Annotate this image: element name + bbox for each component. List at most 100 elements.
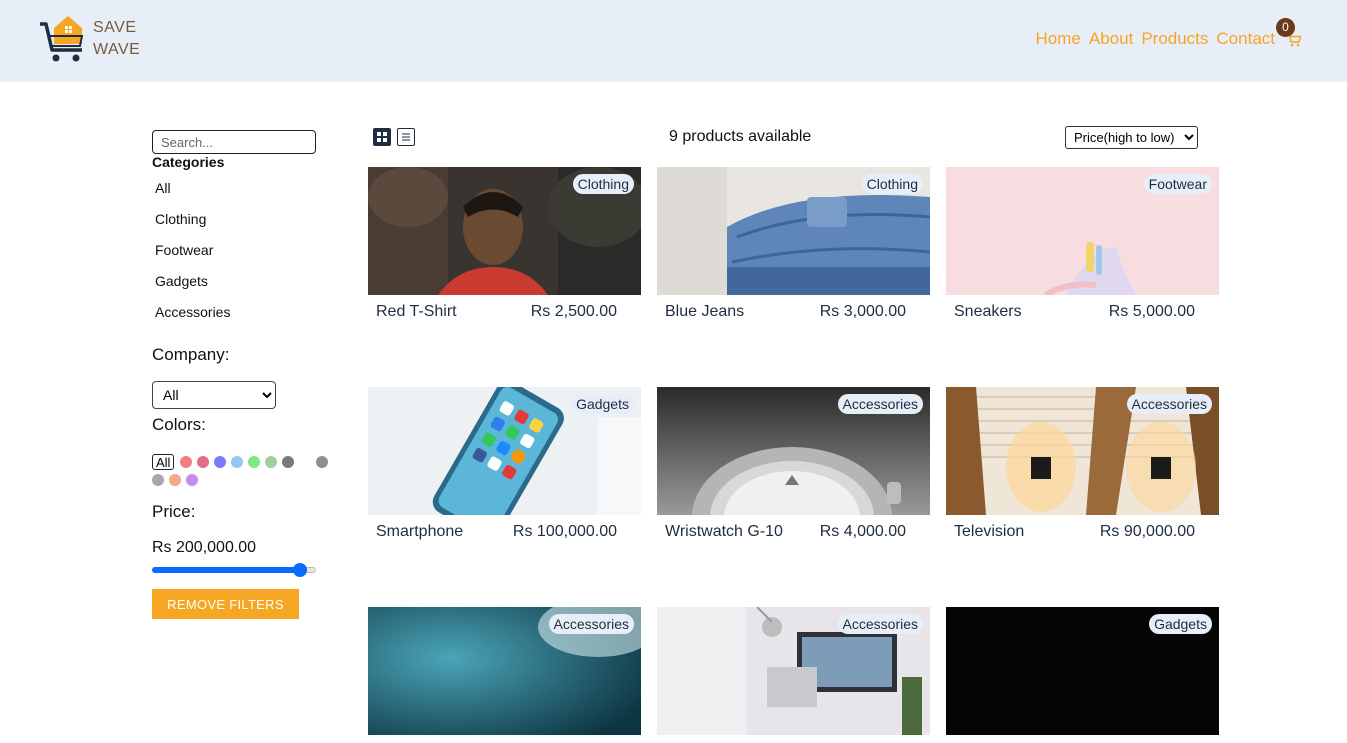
colors-title: Colors: [152,415,206,434]
products-count: 9 products available [669,128,812,145]
logo-text: SAVE WAVE [93,17,140,61]
product-card[interactable]: Accessories [657,607,930,743]
product-price: Rs 2,500.00 [530,303,617,320]
product-category-tag: Gadgets [571,394,634,414]
remove-filters-button[interactable]: REMOVE FILTERS [152,589,299,619]
product-image[interactable]: Gadgets [946,607,1219,735]
category-gadgets[interactable]: Gadgets [152,269,342,300]
product-info: Red T-Shirt Rs 2,500.00 [368,295,641,321]
product-name: Television [954,523,1025,540]
main-nav: Home About Products Contact 0 [1036,18,1303,49]
list-view-icon [402,133,410,141]
color-swatch[interactable] [299,456,312,468]
product-price: Rs 4,000.00 [819,523,906,540]
category-clothing[interactable]: Clothing [152,207,342,238]
product-category-tag: Accessories [1126,394,1212,414]
color-swatch[interactable] [180,456,193,468]
price-slider-thumb[interactable] [292,563,307,577]
product-name: Blue Jeans [665,303,745,320]
product-card[interactable]: Clothing Blue Jeans Rs 3,000.00 [657,167,930,321]
nav-home[interactable]: Home [1036,29,1081,49]
color-swatch[interactable] [316,456,329,468]
color-swatch[interactable] [197,456,210,468]
color-swatch[interactable] [248,456,261,468]
product-image[interactable]: Clothing [368,167,641,295]
site-header: SAVE WAVE Home About Products Contact 0 [0,0,1347,82]
product-info [368,735,641,743]
color-all-button[interactable]: All [152,454,175,470]
product-price: Rs 90,000.00 [1099,523,1195,540]
product-name: Sneakers [954,303,1022,320]
products-toolbar: 9 products available Price(high to low) [373,126,1198,149]
product-category-tag: Clothing [861,174,923,194]
color-swatch[interactable] [169,474,181,486]
color-swatches: All [152,454,342,486]
product-category-tag: Accessories [837,394,923,414]
list-view-button[interactable] [397,128,415,146]
search-input[interactable] [152,130,316,154]
product-card[interactable]: Accessories [368,607,641,743]
product-name: Red T-Shirt [376,303,457,320]
product-image[interactable]: Accessories [368,607,641,735]
product-image[interactable]: Accessories [657,387,930,515]
product-info: Television Rs 90,000.00 [946,515,1219,541]
color-swatch[interactable] [186,474,198,486]
color-swatch[interactable] [265,456,278,468]
nav-products[interactable]: Products [1141,29,1208,49]
nav-about[interactable]: About [1089,29,1133,49]
product-card[interactable]: Footwear Sneakers Rs 5,000.00 [946,167,1219,321]
cart-count-badge: 0 [1276,18,1295,37]
product-category-tag: Accessories [837,614,923,634]
product-image[interactable]: Footwear [946,167,1219,295]
sort-select[interactable]: Price(high to low) [1065,126,1198,149]
product-info: Sneakers Rs 5,000.00 [946,295,1219,321]
cart-logo-icon [40,16,84,62]
company-title: Company: [152,345,230,364]
product-name: Smartphone [376,523,464,540]
product-info [946,735,1219,743]
product-category-tag: Clothing [572,174,634,194]
price-slider[interactable] [152,563,316,577]
product-price: Rs 5,000.00 [1108,303,1195,320]
product-info: Wristwatch G-10 Rs 4,000.00 [657,515,930,541]
product-image[interactable]: Clothing [657,167,930,295]
product-price: Rs 3,000.00 [819,303,906,320]
categories-title: Categories [152,154,225,170]
product-category-tag: Footwear [1143,174,1212,194]
logo-line-2: WAVE [93,41,141,58]
product-card[interactable]: Clothing Red T-Shirt Rs 2,500.00 [368,167,641,321]
color-swatch[interactable] [214,456,227,468]
product-info [657,735,930,743]
price-title: Price: [152,502,196,521]
product-card[interactable]: Accessories Television Rs 90,000.00 [946,387,1219,541]
category-all[interactable]: All [152,176,342,207]
logo[interactable]: SAVE WAVE [38,14,148,66]
product-price: Rs 100,000.00 [512,523,617,540]
company-select[interactable]: All [152,381,276,409]
grid-view-icon [377,132,387,142]
category-footwear[interactable]: Footwear [152,238,342,269]
color-swatch[interactable] [231,456,244,468]
product-category-tag: Gadgets [1149,614,1212,634]
cart-button[interactable]: 0 [1276,18,1303,49]
product-info: Smartphone Rs 100,000.00 [368,515,641,541]
product-card[interactable]: Gadgets [946,607,1219,743]
product-image[interactable]: Accessories [657,607,930,735]
nav-contact[interactable]: Contact [1216,29,1275,49]
price-slider-fill [152,567,300,573]
product-info: Blue Jeans Rs 3,000.00 [657,295,930,321]
color-swatch[interactable] [282,456,295,468]
product-card[interactable]: Gadgets Smartphone Rs 100,000.00 [368,387,641,541]
price-value: Rs 200,000.00 [152,539,257,556]
filters-sidebar: Categories All Clothing Footwear Gadgets… [152,130,342,619]
logo-line-1: SAVE [93,19,137,36]
grid-view-button[interactable] [373,128,391,146]
product-name: Wristwatch G-10 [665,523,783,540]
product-card[interactable]: Accessories Wristwatch G-10 Rs 4,000.00 [657,387,930,541]
categories-list: All Clothing Footwear Gadgets Accessorie… [152,176,342,331]
product-image[interactable]: Gadgets [368,387,641,515]
products-grid: Clothing Red T-Shirt Rs 2,500.00 Clothin… [368,167,1219,743]
category-accessories[interactable]: Accessories [152,300,342,331]
product-image[interactable]: Accessories [946,387,1219,515]
color-swatch[interactable] [152,474,164,486]
